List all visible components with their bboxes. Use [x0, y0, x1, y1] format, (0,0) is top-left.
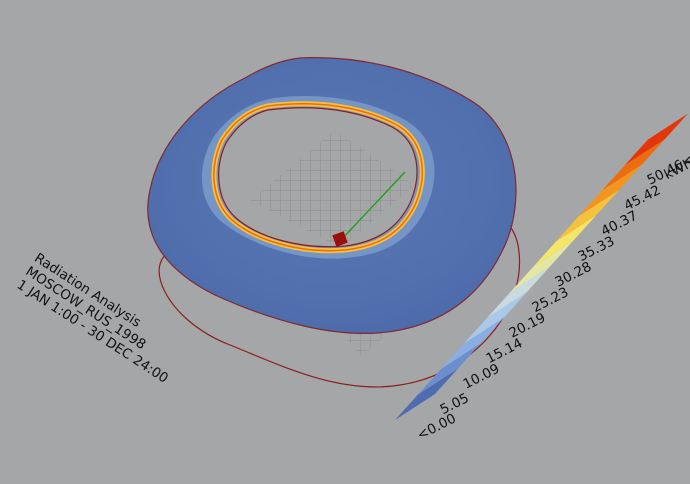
legend-label: <0.00	[415, 411, 459, 444]
legend-label: 15.14	[484, 335, 526, 367]
legend-label: 20.19	[507, 310, 549, 342]
legend-label: 10.09	[461, 361, 503, 393]
legend-label: 5.05	[438, 390, 472, 418]
legend-label: 30.28	[553, 259, 595, 291]
legend-label: 40.37	[599, 208, 641, 240]
3d-viewport[interactable]: <0.005.0510.0915.1420.1925.2330.2835.334…	[0, 0, 690, 484]
legend-label: 25.23	[530, 284, 572, 316]
legend-label: 45.42	[622, 182, 664, 214]
legend-label: 35.33	[576, 233, 618, 265]
